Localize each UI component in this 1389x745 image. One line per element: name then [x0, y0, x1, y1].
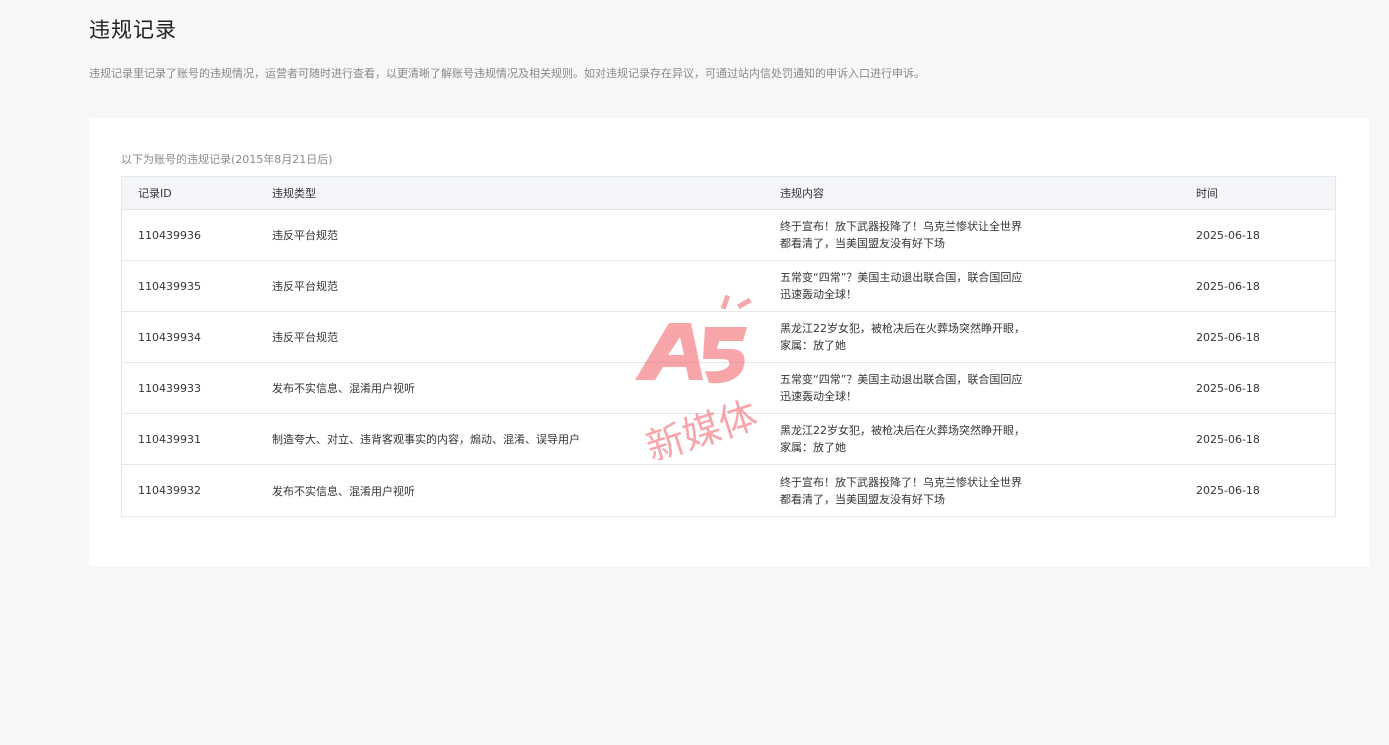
- record-id: 110439931: [138, 432, 201, 446]
- violation-content-text: 黑龙江22岁女犯，被枪决后在火葬场突然睁开眼，家属：放了她: [780, 424, 1025, 454]
- record-id: 110439935: [138, 279, 201, 293]
- record-id: 110439934: [138, 330, 201, 344]
- violation-content-text: 终于宣布！放下武器投降了！乌克兰惨状让全世界都看清了，当美国盟友没有好下场: [780, 220, 1022, 250]
- column-header-id: 记录ID: [138, 187, 172, 200]
- violation-content-text: 黑龙江22岁女犯，被枪决后在火葬场突然睁开眼，家属：放了她: [780, 322, 1025, 352]
- violation-content: 五常变“四常”？美国主动退出联合国，联合国回应迅速轰动全球！: [764, 269, 1180, 303]
- table-row: 110439936 违反平台规范 终于宣布！放下武器投降了！乌克兰惨状让全世界都…: [122, 210, 1335, 261]
- violation-records-page: 违规记录 违规记录里记录了账号的违规情况，运营者可随时进行查看，以更清晰了解账号…: [0, 0, 1389, 745]
- table-row: 110439932 发布不实信息、混淆用户视听 终于宣布！放下武器投降了！乌克兰…: [122, 465, 1335, 516]
- page-description: 违规记录里记录了账号的违规情况，运营者可随时进行查看，以更清晰了解账号违规情况及…: [89, 67, 925, 80]
- record-time: 2025-06-18: [1196, 381, 1260, 395]
- column-header-type: 违规类型: [272, 187, 316, 200]
- records-caption: 以下为账号的违规记录(2015年8月21日后): [121, 153, 333, 166]
- table-header-row: 记录ID 违规类型 违规内容 时间: [122, 177, 1335, 210]
- a5-watermark-logo: 新媒体: [635, 294, 763, 460]
- page-title: 违规记录: [89, 18, 177, 42]
- violation-content-text: 五常变“四常”？美国主动退出联合国，联合国回应迅速轰动全球！: [780, 373, 1023, 403]
- violation-content: 终于宣布！放下武器投降了！乌克兰惨状让全世界都看清了，当美国盟友没有好下场: [764, 218, 1180, 252]
- column-header-time: 时间: [1196, 187, 1218, 200]
- watermark-subtext: 新媒体: [641, 393, 763, 460]
- record-id: 110439932: [138, 484, 201, 497]
- record-time: 2025-06-18: [1196, 432, 1260, 446]
- record-time: 2025-06-18: [1196, 330, 1260, 344]
- violation-content-text: 五常变“四常”？美国主动退出联合国，联合国回应迅速轰动全球！: [780, 271, 1023, 301]
- violation-content: 黑龙江22岁女犯，被枪决后在火葬场突然睁开眼，家属：放了她: [764, 422, 1180, 456]
- violation-content: 五常变“四常”？美国主动退出联合国，联合国回应迅速轰动全球！: [764, 371, 1180, 405]
- column-header-content: 违规内容: [780, 186, 824, 200]
- violation-content-text: 终于宣布！放下武器投降了！乌克兰惨状让全世界都看清了，当美国盟友没有好下场: [780, 475, 1022, 506]
- violation-content: 黑龙江22岁女犯，被枪决后在火葬场突然睁开眼，家属：放了她: [764, 320, 1180, 354]
- record-id: 110439936: [138, 228, 201, 242]
- violation-type: 违反平台规范: [272, 229, 338, 242]
- violation-type: 发布不实信息、混淆用户视听: [272, 484, 415, 498]
- record-id: 110439933: [138, 381, 201, 395]
- violation-content: 终于宣布！放下武器投降了！乌克兰惨状让全世界都看清了，当美国盟友没有好下场: [764, 474, 1180, 508]
- record-time: 2025-06-18: [1196, 484, 1260, 497]
- record-time: 2025-06-18: [1196, 279, 1260, 293]
- record-time: 2025-06-18: [1196, 228, 1260, 242]
